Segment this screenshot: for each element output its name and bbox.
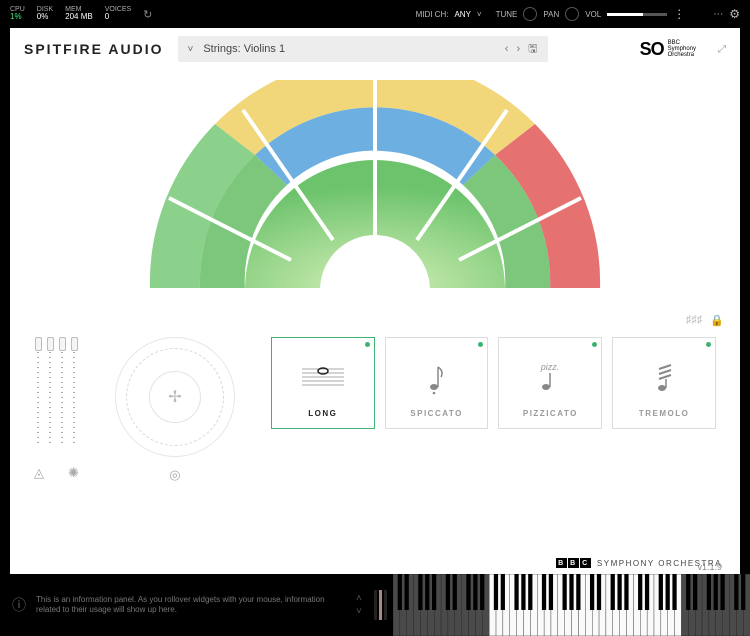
- disk-value: 0%: [37, 13, 49, 22]
- menu-icon[interactable]: ⋯: [713, 9, 723, 20]
- tune-label: TUNE: [496, 10, 518, 19]
- refresh-icon[interactable]: ↻: [143, 8, 152, 21]
- info-icon: ⓘ: [12, 595, 26, 615]
- midi-ch-label: MIDI CH:: [416, 10, 449, 19]
- vol-label: VOL: [585, 10, 601, 19]
- octave-shift[interactable]: ˄˅: [350, 574, 368, 636]
- preset-prev-button[interactable]: ‹: [505, 43, 509, 55]
- orchestra-arc[interactable]: [10, 70, 740, 310]
- info-text: This is an information panel. As you rol…: [36, 595, 338, 615]
- dial-center-icon: ✢: [149, 371, 201, 423]
- preset-name: Strings: Violins 1: [203, 43, 285, 55]
- preset-selector[interactable]: ˅ Strings: Violins 1 ‹ › 🖫: [178, 36, 548, 62]
- voices-value: 0: [105, 13, 109, 22]
- cpu-value: 1%: [10, 13, 22, 22]
- expand-icon[interactable]: ⤢: [718, 44, 726, 55]
- dial-mode-icon[interactable]: ◎: [169, 467, 180, 483]
- save-icon[interactable]: 🖫: [528, 40, 537, 59]
- articulation-list: LONG SPICCATO pizz. PIZZICATO TREMOLO: [271, 337, 716, 550]
- chevron-down-icon[interactable]: ˅: [477, 10, 482, 19]
- mixer-icon[interactable]: ♯♯♯: [686, 314, 703, 327]
- articulation-pizzicato[interactable]: pizz. PIZZICATO: [498, 337, 602, 429]
- controller-b-icon[interactable]: ✺: [68, 465, 79, 481]
- preset-next-button[interactable]: ›: [516, 43, 520, 55]
- controller-a-icon[interactable]: ◬: [34, 465, 44, 481]
- gear-icon[interactable]: ⚙: [729, 7, 740, 21]
- articulation-spiccato[interactable]: SPICCATO: [385, 337, 489, 429]
- version-label: v1.1.9: [697, 562, 722, 572]
- pan-label: PAN: [543, 10, 559, 19]
- chevron-down-icon: ˅: [188, 44, 194, 55]
- status-bar: CPU1% DISK0% MEM204 MB VOICES0 ↻ MIDI CH…: [0, 0, 750, 28]
- brand-logo: SPITFIRE AUDIO: [24, 41, 164, 57]
- articulation-tremolo[interactable]: TREMOLO: [612, 337, 716, 429]
- virtual-keyboard[interactable]: [393, 574, 750, 636]
- expression-faders[interactable]: [34, 337, 78, 447]
- articulation-long[interactable]: LONG: [271, 337, 375, 429]
- more-icon[interactable]: ⋮: [673, 7, 685, 21]
- main-dial[interactable]: ✢: [115, 337, 235, 457]
- mem-value: 204 MB: [65, 13, 93, 22]
- volume-slider[interactable]: [607, 13, 667, 16]
- pan-knob[interactable]: [565, 7, 579, 21]
- lock-icon[interactable]: 🔒: [710, 314, 724, 327]
- svg-text:pizz.: pizz.: [540, 362, 560, 372]
- bbc-so-logo: SO BBCSymphonyOrchestra: [640, 39, 696, 60]
- tune-knob[interactable]: [523, 7, 537, 21]
- midi-ch-value[interactable]: ANY: [454, 10, 470, 19]
- velocity-meter: [368, 574, 393, 636]
